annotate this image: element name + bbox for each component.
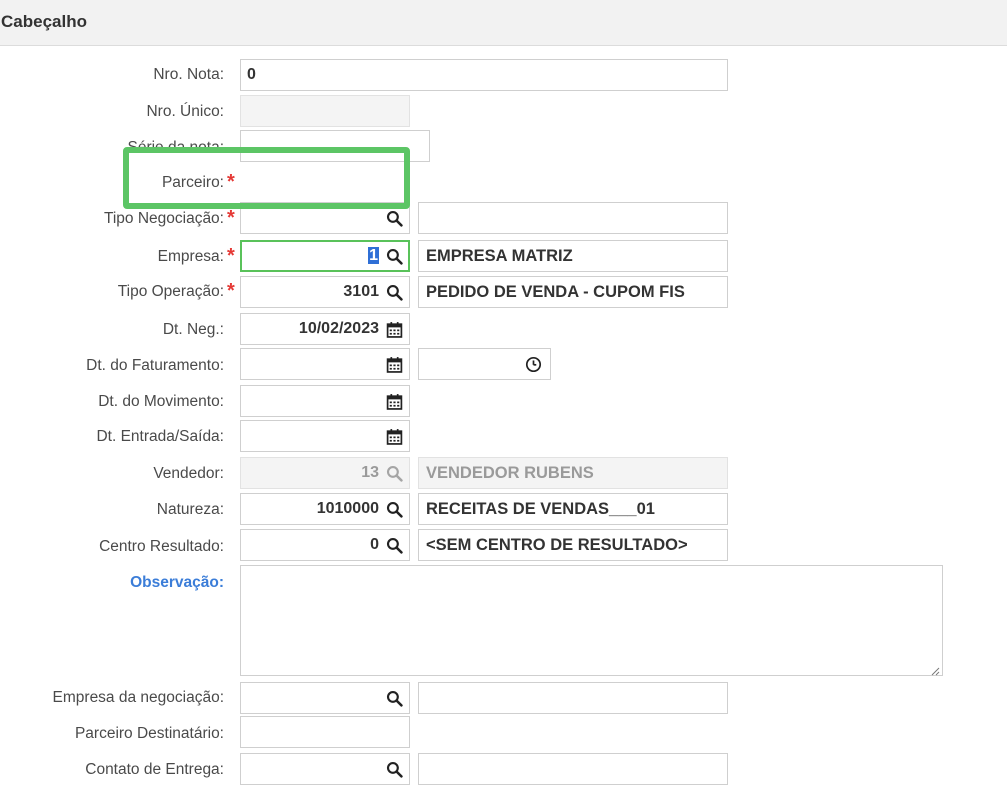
tipo-negociacao-label: Tipo Negociação: (103, 210, 224, 227)
search-icon[interactable] (386, 248, 403, 265)
dt-movimento-label: Dt. do Movimento: (98, 393, 224, 410)
empresa-code-value: 1 (368, 247, 379, 264)
search-icon[interactable] (386, 284, 403, 301)
dt-neg-value: 10/02/2023 (298, 320, 379, 337)
parceiro-required-marker: * (227, 171, 235, 193)
empresa-negociacao-code-field[interactable] (240, 682, 410, 714)
dt-movimento-field[interactable] (240, 385, 410, 417)
tipo-negociacao-required-marker: * (227, 207, 235, 229)
observacao-textarea[interactable] (240, 565, 943, 676)
natureza-code-field[interactable]: 1010000 (240, 493, 410, 525)
centro-resultado-code-value: 0 (370, 536, 379, 553)
vendedor-description-field: VENDEDOR RUBENS (418, 457, 728, 489)
dt-neg-field[interactable]: 10/02/2023 (240, 313, 410, 345)
empresa-label: Empresa: (157, 248, 224, 265)
search-icon[interactable] (386, 537, 403, 554)
nro-nota-field[interactable]: 0 (240, 59, 728, 91)
tipo-negociacao-code-field[interactable] (240, 202, 410, 234)
contato-entrega-label: Contato de Entrega: (85, 761, 224, 778)
observacao-label: Observação: (130, 574, 224, 591)
parceiro-label: Parceiro: (161, 174, 224, 191)
tipo-negociacao-description-field[interactable] (418, 202, 728, 234)
tipo-operacao-description-field[interactable]: PEDIDO DE VENDA - CUPOM FIS (418, 276, 728, 308)
natureza-description-field[interactable]: RECEITAS DE VENDAS___01 (418, 493, 728, 525)
dt-neg-label: Dt. Neg.: (162, 321, 224, 338)
vendedor-code-value: 13 (361, 464, 379, 481)
vendedor-label: Vendedor: (153, 465, 224, 482)
search-icon[interactable] (386, 501, 403, 518)
search-icon[interactable] (386, 690, 403, 707)
dt-entrada-saida-field[interactable] (240, 420, 410, 452)
nro-nota-label: Nro. Nota: (153, 66, 224, 83)
section-title: Cabeçalho (1, 12, 87, 31)
empresa-code-field[interactable]: 1 (240, 240, 410, 272)
centro-resultado-label: Centro Resultado: (99, 538, 224, 555)
natureza-label: Natureza: (156, 501, 224, 518)
tipo-operacao-required-marker: * (227, 280, 235, 302)
empresa-required-marker: * (227, 245, 235, 267)
empresa-negociacao-description-field[interactable] (418, 682, 728, 714)
parceiro-field[interactable] (240, 167, 400, 199)
resize-grip-icon[interactable] (930, 663, 940, 676)
tipo-operacao-code-value: 3101 (343, 283, 379, 300)
serie-nota-field[interactable] (240, 130, 430, 162)
serie-nota-label: Série da nota: (127, 139, 224, 156)
tipo-operacao-code-field[interactable]: 3101 (240, 276, 410, 308)
parceiro-destinatario-label: Parceiro Destinatário: (74, 725, 224, 742)
search-icon (386, 465, 403, 482)
empresa-negociacao-label: Empresa da negociação: (52, 689, 224, 706)
search-icon[interactable] (386, 761, 403, 778)
nro-unico-field (240, 95, 410, 127)
dt-faturamento-date-field[interactable] (240, 348, 410, 380)
dt-faturamento-label: Dt. do Faturamento: (86, 357, 224, 374)
section-header[interactable]: Cabeçalho (0, 0, 1007, 46)
parceiro-destinatario-field[interactable] (240, 716, 410, 748)
tipo-operacao-label: Tipo Operação: (117, 283, 224, 300)
natureza-code-value: 1010000 (316, 500, 379, 517)
dt-entrada-saida-label: Dt. Entrada/Saída: (96, 428, 224, 445)
calendar-icon[interactable] (386, 428, 403, 445)
clock-icon[interactable] (525, 356, 542, 373)
calendar-icon[interactable] (386, 321, 403, 338)
empresa-description-field[interactable]: EMPRESA MATRIZ (418, 240, 728, 272)
dt-faturamento-time-field[interactable] (418, 348, 551, 380)
calendar-icon[interactable] (386, 393, 403, 410)
vendedor-code-field: 13 (240, 457, 410, 489)
contato-entrega-code-field[interactable] (240, 753, 410, 785)
contato-entrega-description-field[interactable] (418, 753, 728, 785)
calendar-icon[interactable] (386, 356, 403, 373)
nro-unico-label: Nro. Único: (146, 103, 224, 120)
centro-resultado-code-field[interactable]: 0 (240, 529, 410, 561)
search-icon[interactable] (386, 210, 403, 227)
centro-resultado-description-field[interactable]: <SEM CENTRO DE RESULTADO> (418, 529, 728, 561)
